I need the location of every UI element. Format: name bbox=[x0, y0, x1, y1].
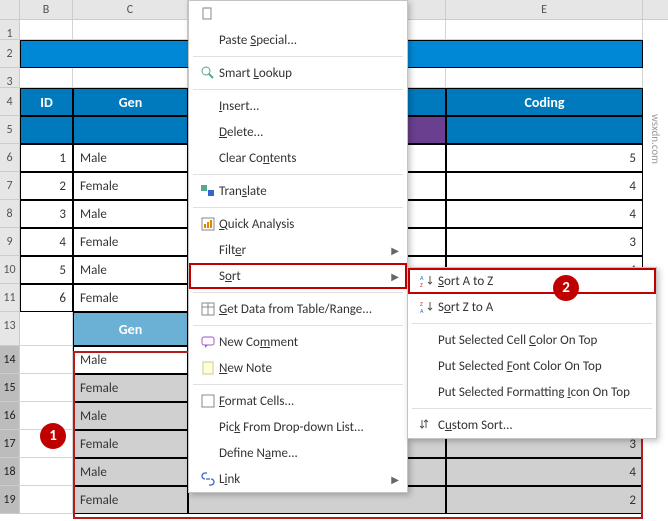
chevron-right-icon: ▶ bbox=[391, 244, 399, 257]
cell-id[interactable]: 5 bbox=[20, 256, 73, 284]
sort-za-icon: ZA bbox=[416, 299, 438, 315]
col-header-E[interactable]: E bbox=[446, 0, 643, 19]
menu-define-name[interactable]: Define Name... bbox=[189, 440, 407, 466]
quick-analysis-icon bbox=[197, 216, 219, 232]
menu-smart-lookup[interactable]: Smart Lookup bbox=[189, 60, 407, 86]
row-header[interactable]: 15 bbox=[0, 374, 20, 402]
menu-paste-special[interactable]: Paste Special... bbox=[189, 27, 407, 53]
menu-insert[interactable]: Insert... bbox=[189, 93, 407, 119]
submenu-sort-za[interactable]: ZASort Z to A bbox=[408, 294, 656, 320]
col-header-B[interactable]: B bbox=[20, 0, 73, 19]
cell-gender[interactable]: Male bbox=[73, 144, 188, 172]
menu-new-comment[interactable]: New Comment bbox=[189, 329, 407, 355]
cell-id[interactable]: 3 bbox=[20, 200, 73, 228]
cell-gender[interactable]: Male bbox=[73, 256, 188, 284]
cell-id[interactable]: 1 bbox=[20, 144, 73, 172]
sel-cell-coding[interactable]: 2 bbox=[446, 486, 643, 514]
sort-az-icon: AZ bbox=[416, 273, 438, 289]
step-badge-2: 2 bbox=[553, 275, 579, 301]
cell-gender[interactable]: Female bbox=[73, 228, 188, 256]
comment-icon bbox=[197, 334, 219, 350]
row-header[interactable]: 19 bbox=[0, 486, 20, 514]
sel-cell-gender[interactable]: Female bbox=[73, 374, 188, 402]
submenu-sort-az[interactable]: AZSort A to Z bbox=[408, 268, 656, 294]
translate-icon bbox=[197, 183, 219, 199]
sel-cell-gender[interactable]: Female bbox=[73, 486, 188, 514]
chevron-right-icon: ▶ bbox=[391, 270, 399, 283]
sort-submenu: AZSort A to Z ZASort Z to A Put Selected… bbox=[407, 267, 657, 439]
format-cells-icon bbox=[197, 393, 219, 409]
row-header[interactable]: 17 bbox=[0, 430, 20, 458]
header-coding[interactable]: Coding bbox=[446, 88, 643, 116]
row-header[interactable]: 9 bbox=[0, 228, 20, 256]
sel-cell-gender[interactable]: Male bbox=[73, 346, 188, 374]
menu-link[interactable]: Link▶ bbox=[189, 466, 407, 492]
row-header[interactable]: 14 bbox=[0, 346, 20, 374]
cell-gender[interactable]: Female bbox=[73, 284, 188, 312]
submenu-custom-sort[interactable]: Custom Sort... bbox=[408, 412, 656, 438]
row-header[interactable]: 4 bbox=[0, 88, 20, 116]
sel-cell-coding[interactable]: 4 bbox=[446, 458, 643, 486]
sel-cell-gender[interactable]: Male bbox=[73, 458, 188, 486]
sel-cell-gender[interactable]: Male bbox=[73, 402, 188, 430]
row-header[interactable]: 18 bbox=[0, 458, 20, 486]
row-header[interactable]: 10 bbox=[0, 256, 20, 284]
row-header[interactable]: 3 bbox=[0, 68, 20, 88]
row-header[interactable]: 7 bbox=[0, 172, 20, 200]
col-header-A[interactable] bbox=[0, 0, 20, 19]
search-icon bbox=[197, 65, 219, 81]
row-header[interactable]: 13 bbox=[0, 312, 20, 346]
svg-text:Z: Z bbox=[420, 281, 423, 289]
menu-paste-icon-row[interactable] bbox=[189, 1, 407, 27]
row-header[interactable]: 1 bbox=[0, 20, 20, 40]
menu-filter[interactable]: Filter▶ bbox=[189, 237, 407, 263]
cell-id[interactable]: 6 bbox=[20, 284, 73, 312]
row-header[interactable]: 2 bbox=[0, 40, 20, 68]
cell-coding[interactable]: 4 bbox=[446, 172, 643, 200]
cell-coding[interactable]: 4 bbox=[446, 200, 643, 228]
header-id[interactable]: ID bbox=[20, 88, 73, 116]
context-menu: Paste Special... Smart Lookup Insert... … bbox=[188, 0, 408, 493]
cell-gender[interactable]: Female bbox=[73, 172, 188, 200]
header-gen[interactable]: Gen bbox=[73, 88, 188, 116]
custom-sort-icon bbox=[416, 417, 438, 433]
sel-header-gen[interactable]: Gen bbox=[73, 312, 188, 346]
row-header[interactable]: 6 bbox=[0, 144, 20, 172]
step-badge-1: 1 bbox=[40, 423, 66, 449]
menu-translate[interactable]: Translate bbox=[189, 178, 407, 204]
submenu-formatting-icon[interactable]: Put Selected Formatting Icon On Top bbox=[408, 379, 656, 405]
svg-text:A: A bbox=[420, 307, 424, 315]
menu-clear-contents[interactable]: Clear Contents bbox=[189, 145, 407, 171]
sel-cell-gender[interactable]: Female bbox=[73, 430, 188, 458]
menu-quick-analysis[interactable]: Quick Analysis bbox=[189, 211, 407, 237]
cell-coding[interactable]: 3 bbox=[446, 228, 643, 256]
watermark: wsxdn.com bbox=[649, 114, 662, 164]
cell-gender[interactable]: Male bbox=[73, 200, 188, 228]
note-icon bbox=[197, 360, 219, 376]
submenu-cell-color[interactable]: Put Selected Cell Color On Top bbox=[408, 327, 656, 353]
menu-pick-dropdown[interactable]: Pick From Drop-down List... bbox=[189, 414, 407, 440]
cell-coding[interactable]: 5 bbox=[446, 144, 643, 172]
row-header[interactable]: 11 bbox=[0, 284, 20, 312]
table-icon bbox=[197, 301, 219, 317]
menu-delete[interactable]: Delete... bbox=[189, 119, 407, 145]
link-icon bbox=[197, 471, 219, 487]
menu-sort[interactable]: Sort▶ bbox=[189, 263, 407, 289]
cell-id[interactable]: 4 bbox=[20, 228, 73, 256]
menu-get-data[interactable]: Get Data from Table/Range... bbox=[189, 296, 407, 322]
row-header[interactable]: 5 bbox=[0, 116, 20, 144]
chevron-right-icon: ▶ bbox=[391, 473, 399, 486]
cell-id[interactable]: 2 bbox=[20, 172, 73, 200]
paste-icon bbox=[197, 6, 219, 22]
menu-new-note[interactable]: New Note bbox=[189, 355, 407, 381]
row-header[interactable]: 8 bbox=[0, 200, 20, 228]
submenu-font-color[interactable]: Put Selected Font Color On Top bbox=[408, 353, 656, 379]
menu-format-cells[interactable]: Format Cells... bbox=[189, 388, 407, 414]
col-header-C[interactable]: C bbox=[73, 0, 188, 19]
row-header[interactable]: 16 bbox=[0, 402, 20, 430]
